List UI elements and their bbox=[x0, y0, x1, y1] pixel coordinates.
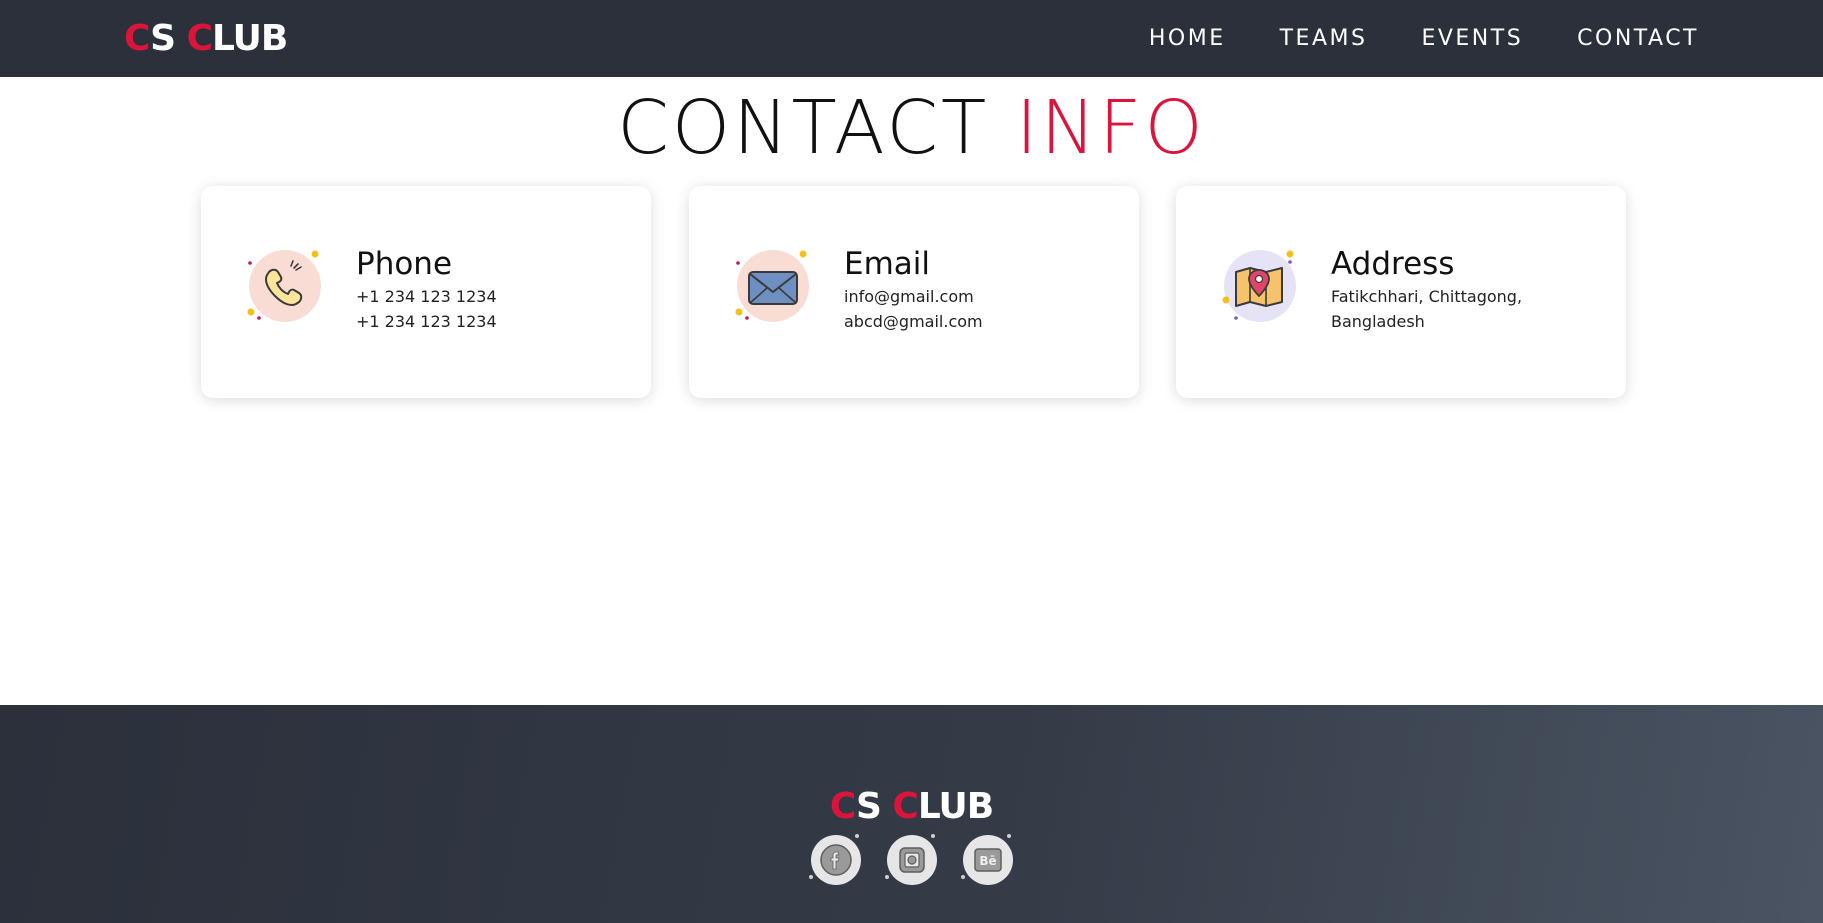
nav-home[interactable]: HOME bbox=[1149, 26, 1226, 51]
logo-letter-s: S bbox=[855, 786, 893, 827]
contact-card-phone: Phone +1 234 123 1234 +1 234 123 1234 bbox=[201, 186, 651, 398]
behance-icon[interactable]: Bē bbox=[960, 834, 1013, 885]
contact-card-title: Phone bbox=[356, 246, 453, 282]
address-line-1: Fatikchhari, Chittagong, bbox=[1331, 287, 1523, 306]
contact-card-address: Address Fatikchhari, Chittagong, Banglad… bbox=[1176, 186, 1626, 398]
contact-card-email: Email info@gmail.com abcd@gmail.com bbox=[689, 186, 1139, 398]
phone-number-2[interactable]: +1 234 123 1234 bbox=[356, 309, 636, 334]
contact-card-body: Address Fatikchhari, Chittagong, Banglad… bbox=[1331, 244, 1611, 334]
logo-lub: LUB bbox=[917, 786, 994, 827]
contact-card-body: Email info@gmail.com abcd@gmail.com bbox=[844, 244, 1124, 334]
instagram-icon[interactable] bbox=[884, 834, 937, 885]
logo-letter-c2: C bbox=[892, 786, 918, 827]
map-pin-icon bbox=[1222, 248, 1300, 326]
footer-logo[interactable]: CS CLUB bbox=[0, 785, 1823, 829]
main-nav: HOME TEAMS EVENTS CONTACT bbox=[1149, 0, 1699, 77]
email-address-1[interactable]: info@gmail.com bbox=[844, 284, 1124, 309]
address-line-2: Bangladesh bbox=[1331, 312, 1425, 331]
contact-card-title: Address bbox=[1331, 246, 1455, 282]
nav-teams[interactable]: TEAMS bbox=[1280, 26, 1368, 51]
nav-contact[interactable]: CONTACT bbox=[1577, 26, 1699, 51]
email-address-2[interactable]: abcd@gmail.com bbox=[844, 309, 1124, 334]
contact-card-body: Phone +1 234 123 1234 +1 234 123 1234 bbox=[356, 244, 636, 334]
facebook-icon[interactable] bbox=[808, 834, 861, 885]
logo[interactable]: CS CLUB bbox=[124, 17, 288, 61]
page-title-accent: INFO bbox=[1015, 85, 1206, 171]
logo-letter-c: C bbox=[829, 786, 857, 827]
logo-letter-c: C bbox=[124, 18, 151, 59]
logo-letter-s: S bbox=[150, 18, 187, 59]
email-icon bbox=[735, 248, 813, 326]
contact-card-title: Email bbox=[844, 246, 931, 282]
phone-icon bbox=[247, 248, 325, 326]
social-links: Bē bbox=[0, 834, 1823, 885]
phone-number-1[interactable]: +1 234 123 1234 bbox=[356, 284, 636, 309]
logo-lub: LUB bbox=[211, 18, 288, 59]
navbar: CS CLUB HOME TEAMS EVENTS CONTACT bbox=[0, 0, 1823, 77]
logo-letter-c2: C bbox=[186, 18, 213, 59]
behance-icon-label: Bē bbox=[979, 854, 996, 868]
page-title-main: CONTACT bbox=[617, 85, 1016, 171]
page-title: CONTACT INFO bbox=[0, 84, 1823, 172]
nav-events[interactable]: EVENTS bbox=[1421, 26, 1523, 51]
footer: CS CLUB Bē bbox=[0, 705, 1823, 923]
